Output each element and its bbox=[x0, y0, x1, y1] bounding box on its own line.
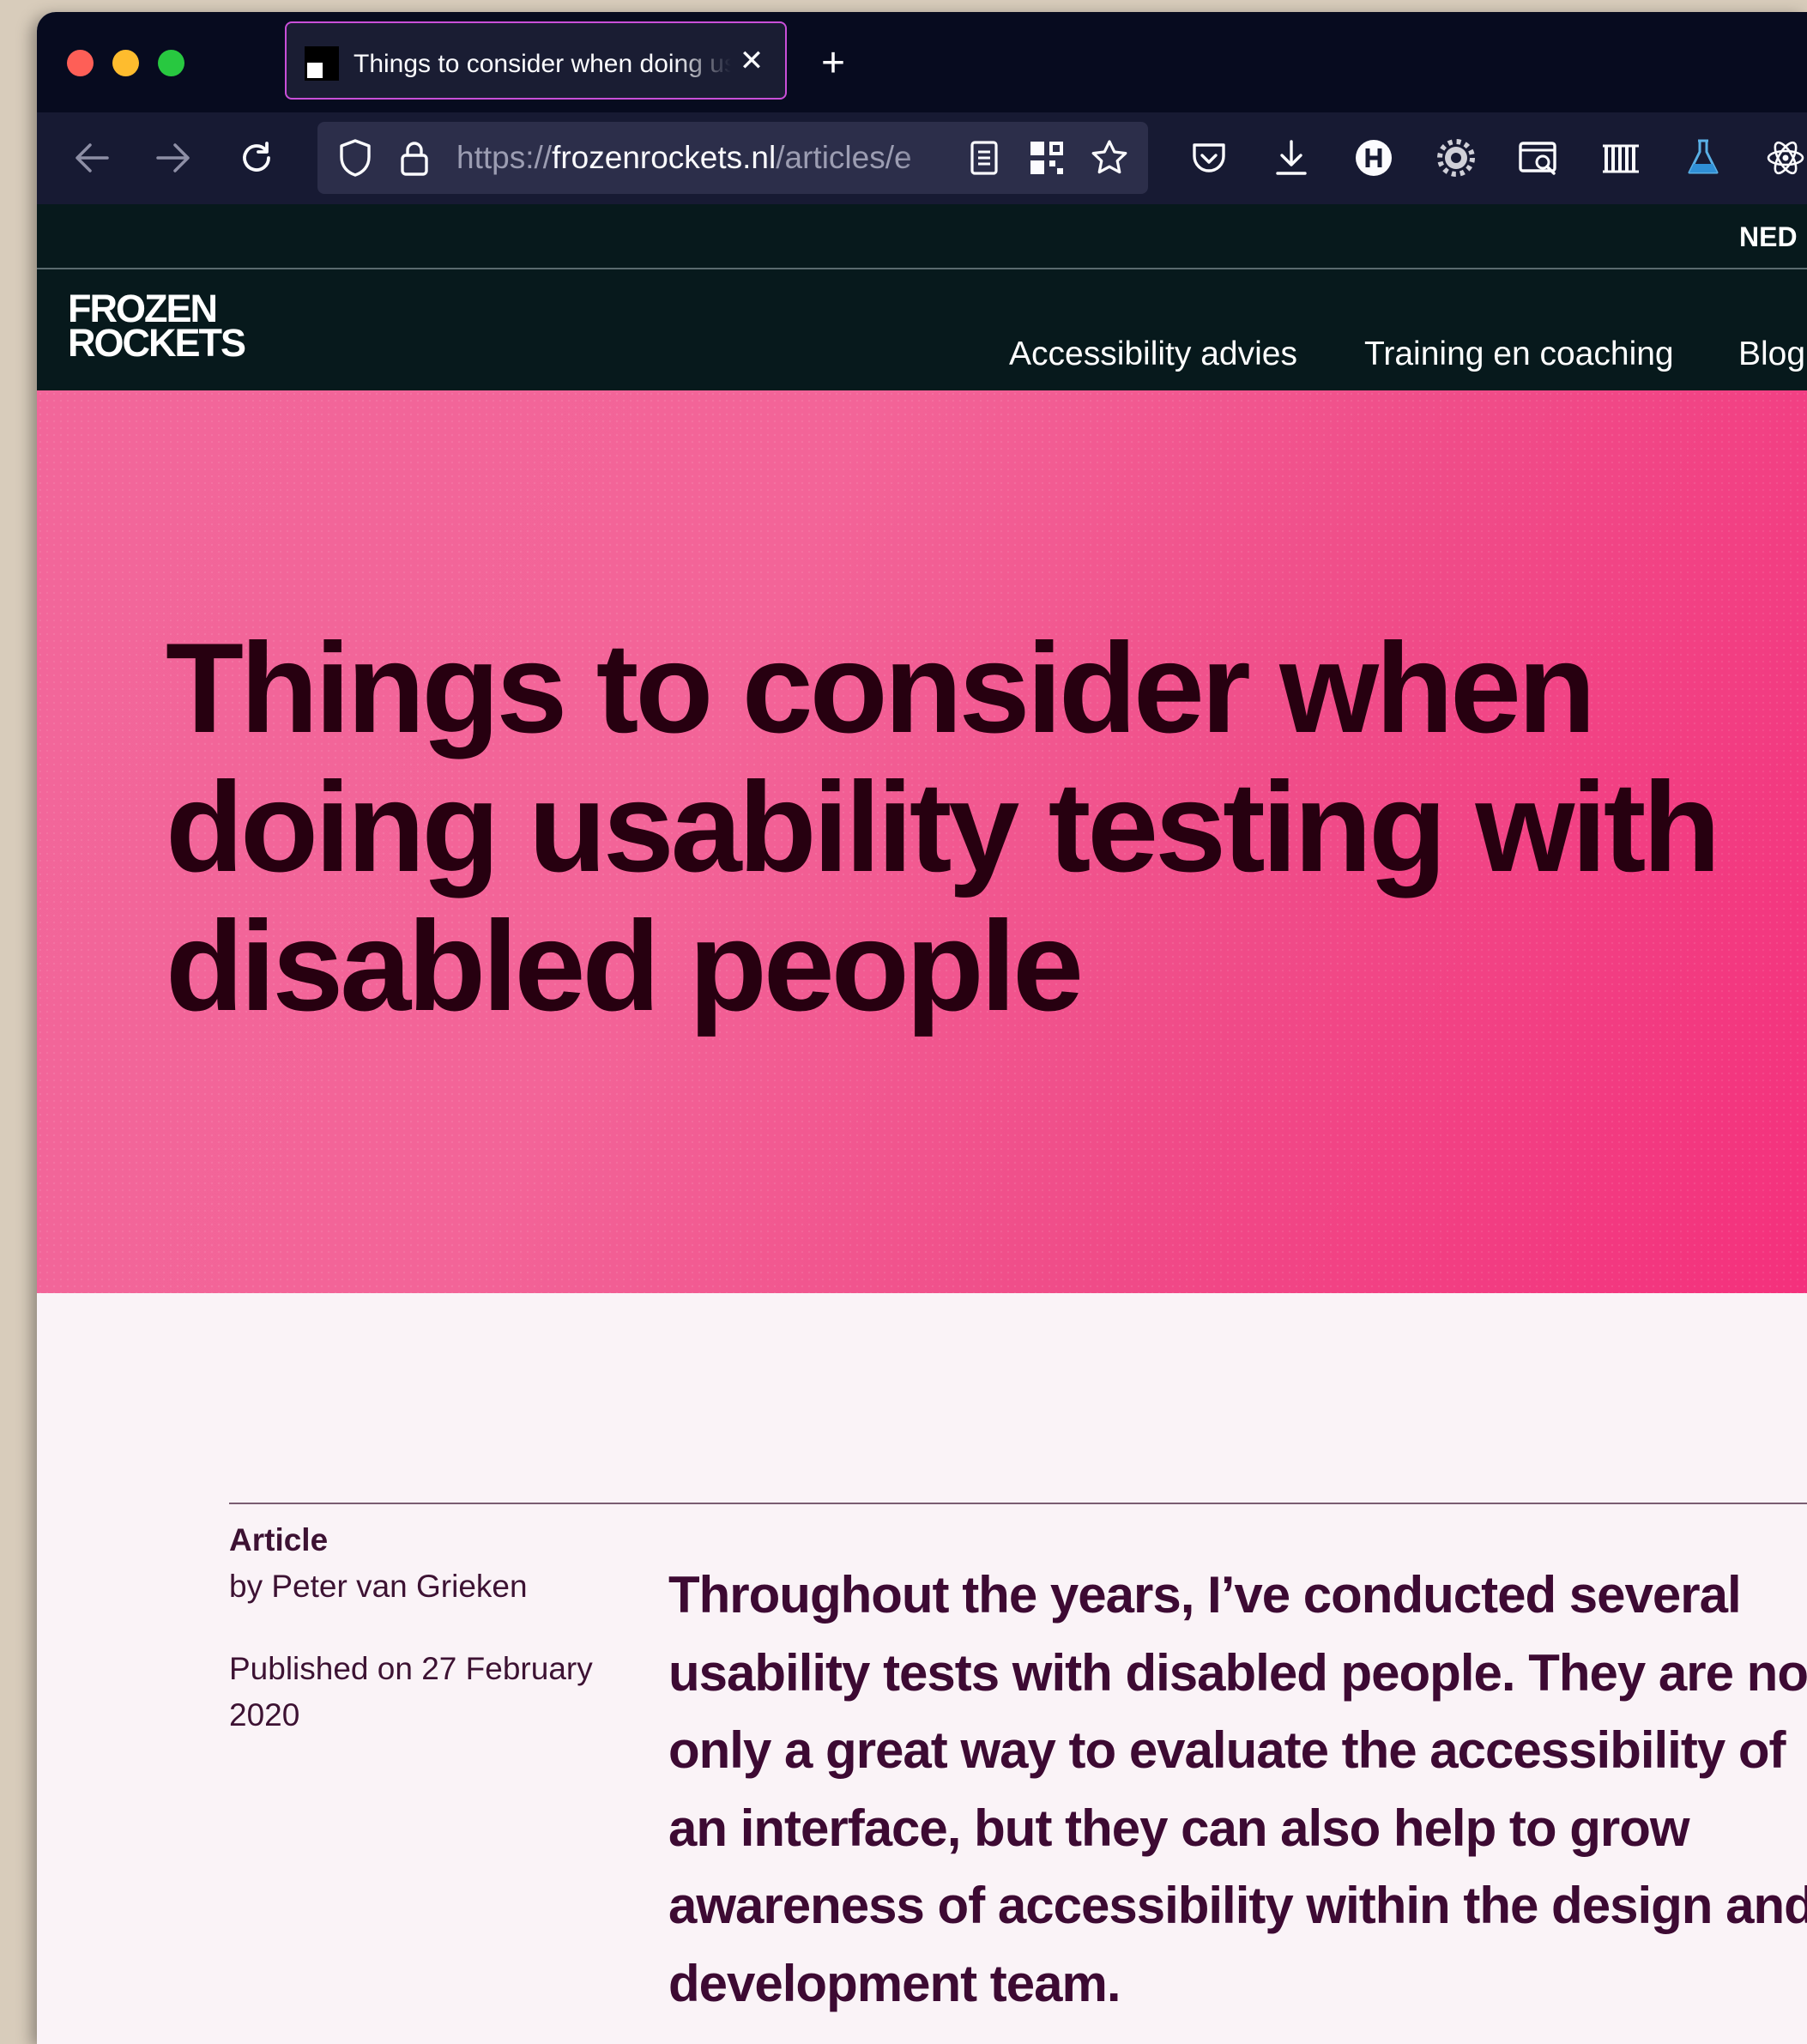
article-published-date: Published on 27 February 2020 bbox=[229, 1651, 593, 1733]
bookmark-star-icon[interactable] bbox=[1087, 136, 1132, 180]
browser-window: Things to consider when doing usability … bbox=[37, 12, 1807, 2044]
close-window-button[interactable] bbox=[67, 50, 94, 76]
nav-link-training-en-coaching[interactable]: Training en coaching bbox=[1364, 334, 1674, 375]
tab-active[interactable]: Things to consider when doing usability … bbox=[285, 21, 787, 100]
reader-view-icon[interactable] bbox=[962, 136, 1006, 180]
tab-title: Things to consider when doing usability … bbox=[354, 50, 731, 78]
pocket-icon[interactable] bbox=[1187, 136, 1231, 180]
article-title: Things to consider when doing usability … bbox=[166, 616, 1720, 1037]
gear-icon[interactable] bbox=[1434, 136, 1478, 180]
zoom-window-button[interactable] bbox=[158, 50, 184, 76]
article-type-label: Article bbox=[229, 1522, 329, 1557]
url-bar[interactable]: https://frozenrockets.nl/articles/e bbox=[317, 122, 1148, 194]
tab-close-icon[interactable]: ✕ bbox=[737, 45, 766, 76]
nav-link-accessibility-advies[interactable]: Accessibility advies bbox=[1009, 334, 1297, 375]
shield-icon[interactable] bbox=[333, 136, 378, 180]
site-top-bar: NED bbox=[37, 204, 1807, 269]
url-text[interactable]: https://frozenrockets.nl/articles/e bbox=[456, 139, 950, 177]
minimize-window-button[interactable] bbox=[112, 50, 139, 76]
qr-code-icon[interactable] bbox=[1024, 136, 1069, 180]
screenshot-icon[interactable] bbox=[1516, 136, 1561, 180]
new-tab-button[interactable]: + bbox=[816, 43, 850, 84]
download-icon[interactable] bbox=[1269, 136, 1314, 180]
article-author: by Peter van Grieken bbox=[229, 1569, 528, 1604]
logo-line-2: ROCKETS bbox=[68, 321, 246, 365]
extension-h-icon[interactable] bbox=[1351, 136, 1396, 180]
divider bbox=[229, 1503, 1807, 1504]
react-icon[interactable] bbox=[1763, 136, 1807, 180]
flask-icon[interactable] bbox=[1681, 136, 1725, 180]
site-navigation: FROZEN ROCKETS Accessibility advies Trai… bbox=[37, 269, 1807, 390]
back-arrow-icon[interactable] bbox=[70, 136, 114, 180]
barcode-icon[interactable] bbox=[1598, 136, 1643, 180]
forward-arrow-icon[interactable] bbox=[151, 136, 196, 180]
hero-banner: Things to consider when doing usability … bbox=[37, 390, 1807, 1293]
reload-icon[interactable] bbox=[234, 136, 279, 180]
article-lead-paragraph: Throughout the years, I’ve conducted sev… bbox=[668, 1566, 1807, 2012]
site-logo[interactable]: FROZEN ROCKETS bbox=[68, 289, 246, 365]
lock-icon[interactable] bbox=[392, 136, 437, 180]
title-bar: Things to consider when doing usability … bbox=[37, 12, 1807, 112]
language-switch[interactable]: NED bbox=[1739, 218, 1798, 256]
site-favicon-icon bbox=[305, 46, 339, 81]
navigation-toolbar: https://frozenrockets.nl/articles/e bbox=[37, 112, 1807, 204]
nav-link-blog[interactable]: Blog bbox=[1738, 334, 1805, 375]
